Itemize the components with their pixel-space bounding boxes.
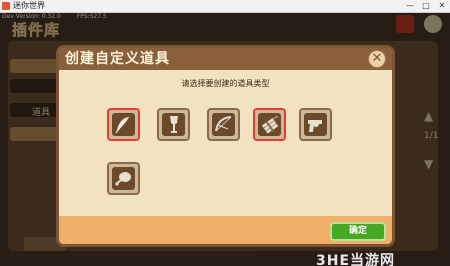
revolver-icon [308, 120, 322, 132]
meat-drumstick-icon [115, 172, 131, 186]
watermark: 3HE当游网 [316, 253, 396, 266]
item-type-meat[interactable] [107, 162, 140, 195]
shovel-icon [170, 116, 178, 133]
window-title: 迷你世界 [13, 1, 45, 10]
dynamite-bundle-icon [261, 116, 279, 134]
dialog-footer: 确定 [59, 216, 392, 244]
item-type-quill[interactable] [107, 108, 140, 141]
dialog-header: 创建自定义道具 ✕ [59, 48, 392, 70]
dialog-title: 创建自定义道具 [65, 51, 170, 67]
minimize-button[interactable]: — [404, 1, 416, 11]
dialog-prompt: 请选择要创建的道具类型 [181, 79, 270, 88]
window-titlebar: 迷你世界 — □ ✕ [0, 0, 450, 13]
confirm-button[interactable]: 确定 [330, 222, 386, 241]
item-type-shovel[interactable] [157, 108, 190, 141]
create-item-dialog: 创建自定义道具 ✕ 请选择要创建的道具类型 确定 [56, 45, 395, 247]
item-type-dynamite[interactable] [253, 108, 286, 141]
close-icon[interactable]: ✕ [368, 50, 386, 68]
close-window-button[interactable]: ✕ [436, 1, 448, 11]
app-icon [2, 2, 10, 10]
bow-icon [215, 116, 232, 132]
game-viewport: 插件库 Dev Version: 0.32.0 FPS:527.5 道具 ▲ 1… [0, 13, 450, 266]
item-type-bow[interactable] [207, 108, 240, 141]
quill-feather-icon [115, 116, 130, 134]
maximize-button[interactable]: □ [420, 1, 432, 11]
item-type-revolver[interactable] [299, 108, 332, 141]
